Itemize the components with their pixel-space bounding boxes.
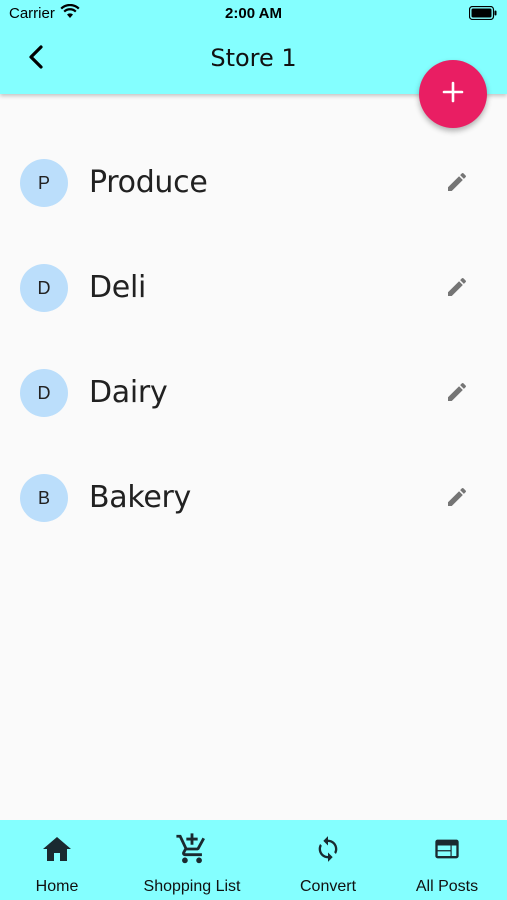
avatar: D (20, 264, 68, 312)
edit-button[interactable] (440, 377, 474, 411)
pencil-icon (445, 485, 469, 514)
sync-icon (314, 834, 342, 864)
pencil-icon (445, 275, 469, 304)
list-item[interactable]: D Dairy (0, 341, 507, 446)
list-item[interactable]: P Produce (0, 131, 507, 236)
status-bar: Carrier 2:00 AM (0, 0, 507, 28)
nav-label: Home (35, 878, 79, 895)
plus-icon (442, 81, 464, 108)
pencil-icon (445, 380, 469, 409)
pencil-icon (445, 170, 469, 199)
list-item[interactable]: D Deli (0, 236, 507, 341)
edit-button[interactable] (440, 272, 474, 306)
nav-home[interactable]: Home (17, 820, 97, 900)
nav-convert[interactable]: Convert (288, 820, 368, 900)
list-item-label: Dairy (89, 375, 168, 410)
list-item[interactable]: B Bakery (0, 446, 507, 551)
add-item-button[interactable] (419, 60, 487, 128)
nav-label: Convert (299, 878, 357, 895)
web-window-icon (433, 834, 461, 864)
home-icon (42, 834, 72, 864)
battery-icon (468, 5, 497, 24)
category-list: P Produce D Deli D Dairy B Bakery (0, 131, 507, 551)
nav-shopping-list[interactable]: Shopping List (137, 820, 247, 900)
edit-button[interactable] (440, 482, 474, 516)
edit-button[interactable] (440, 167, 474, 201)
list-item-label: Bakery (89, 480, 192, 515)
avatar: D (20, 369, 68, 417)
clock: 2:00 AM (225, 5, 282, 22)
cart-add-icon (175, 833, 209, 864)
avatar: B (20, 474, 68, 522)
nav-all-posts[interactable]: All Posts (407, 820, 487, 900)
list-item-label: Produce (89, 165, 208, 200)
list-item-label: Deli (89, 270, 147, 305)
bottom-navigation: Home Shopping List Convert All Posts (0, 820, 507, 900)
nav-label: All Posts (415, 878, 479, 895)
avatar: P (20, 159, 68, 207)
nav-label: Shopping List (143, 878, 241, 895)
